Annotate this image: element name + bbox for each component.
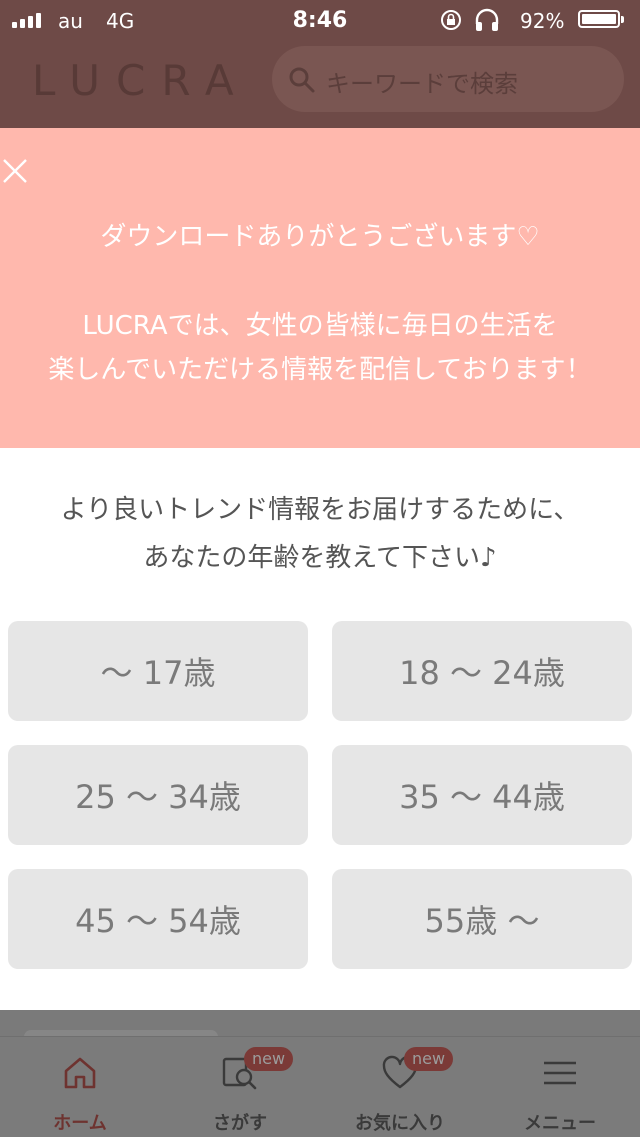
tab-menu-label: メニュー (524, 1113, 596, 1134)
tab-bar: ホーム new さがす new お気に入り メニュー (0, 1036, 640, 1137)
orientation-lock-icon (441, 10, 461, 30)
question-line-1: より良いトレンド情報をお届けするために、 (60, 495, 580, 525)
intro-line-1: LUCRAでは、女性の皆様に毎日の生活を (82, 311, 558, 341)
headphones-icon (475, 8, 499, 31)
tab-home-label: ホーム (53, 1113, 107, 1134)
question-line-2: あなたの年齢を教えて下さい♪ (143, 543, 497, 573)
search-placeholder: キーワードで検索 (326, 70, 518, 98)
app-logo: LUCRA (32, 56, 250, 105)
status-bar: au 4G 8:46 92% (0, 0, 640, 40)
search-input[interactable]: キーワードで検索 (272, 46, 624, 112)
new-badge: new (244, 1047, 294, 1071)
age-option-45-54[interactable]: 45 〜 54歳 (8, 869, 308, 969)
app-header: LUCRA キーワードで検索 (0, 40, 640, 128)
age-question: より良いトレンド情報をお届けするために、 あなたの年齢を教えて下さい♪ (0, 486, 640, 582)
new-badge: new (404, 1047, 454, 1071)
battery-percent: 92% (520, 9, 565, 33)
age-option-18-24[interactable]: 18 〜 24歳 (332, 621, 632, 721)
welcome-banner: ダウンロードありがとうございます♡ LUCRAでは、女性の皆様に毎日の生活を 楽… (0, 128, 640, 448)
tab-search[interactable]: new さがす (160, 1037, 320, 1137)
intro-line-2: 楽しんでいただける情報を配信しております！ (48, 355, 592, 385)
menu-icon (544, 1061, 576, 1085)
search-icon (289, 67, 315, 93)
battery-icon (578, 10, 626, 30)
age-option-35-44[interactable]: 35 〜 44歳 (332, 745, 632, 845)
tab-favorites-label: お気に入り (355, 1113, 445, 1134)
age-option-55-plus[interactable]: 55歳 〜 (332, 869, 632, 969)
age-selection-panel: より良いトレンド情報をお届けするために、 あなたの年齢を教えて下さい♪ 〜 17… (0, 448, 640, 1010)
home-icon (64, 1057, 96, 1089)
close-icon[interactable] (0, 156, 30, 186)
tab-home[interactable]: ホーム (0, 1037, 160, 1137)
age-option-under-17[interactable]: 〜 17歳 (8, 621, 308, 721)
thanks-message: ダウンロードありがとうございます♡ (100, 222, 540, 252)
tab-menu[interactable]: メニュー (480, 1037, 640, 1137)
age-option-25-34[interactable]: 25 〜 34歳 (8, 745, 308, 845)
tab-search-label: さがす (213, 1113, 267, 1134)
tab-favorites[interactable]: new お気に入り (320, 1037, 480, 1137)
intro-message: LUCRAでは、女性の皆様に毎日の生活を 楽しんでいただける情報を配信しておりま… (0, 304, 640, 392)
